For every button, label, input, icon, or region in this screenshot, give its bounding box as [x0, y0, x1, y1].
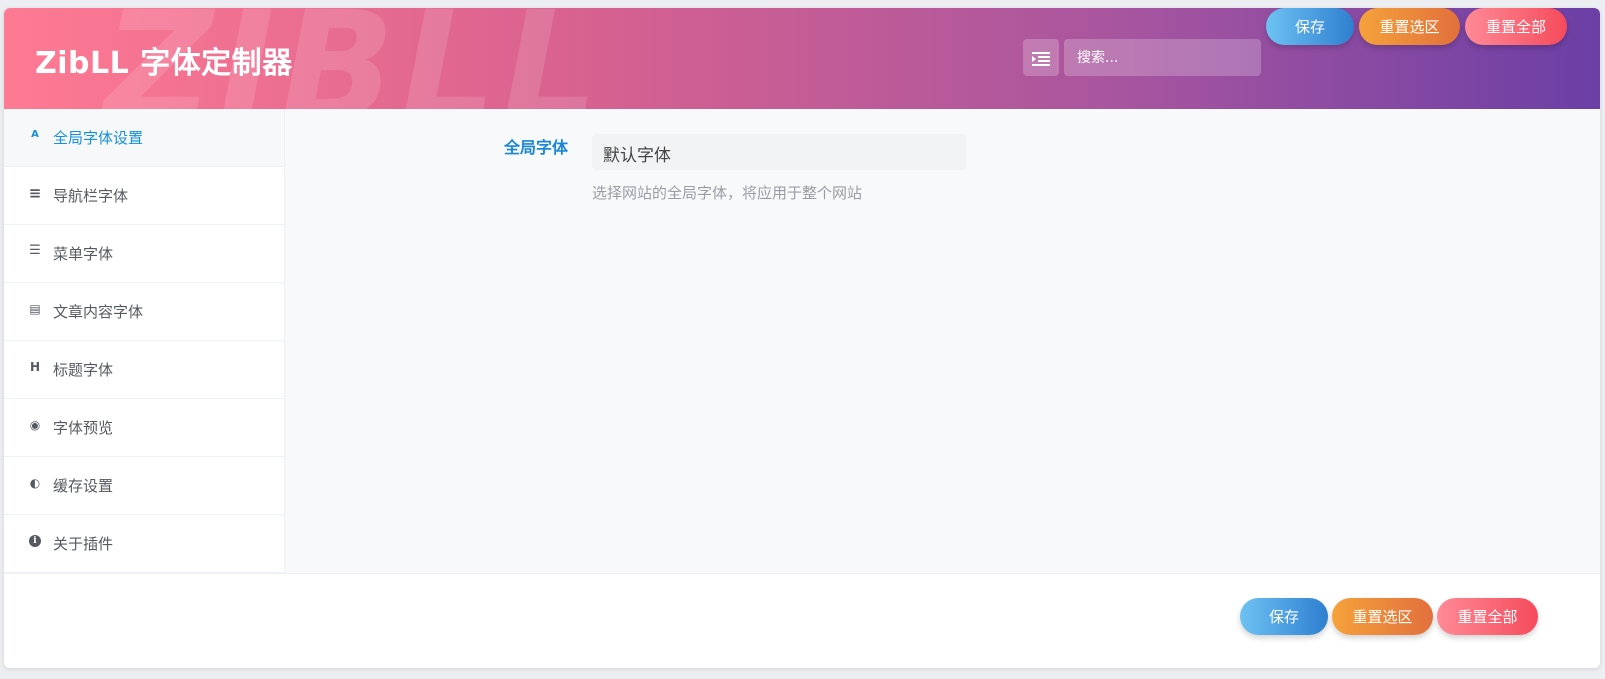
sidebar-item-label: 文章内容字体: [53, 303, 144, 321]
document-icon: ▤: [29, 301, 41, 316]
info-icon-glyph: i: [29, 534, 41, 547]
global-font-select[interactable]: 默认字体: [592, 134, 966, 170]
sidebar-item-cache-settings[interactable]: ◐ 缓存设置: [4, 457, 284, 515]
sidebar-item-menu-font[interactable]: ☰ 菜单字体: [4, 225, 284, 283]
global-font-label: 全局字体: [504, 138, 569, 157]
sidebar-item-navbar-font[interactable]: ≡ 导航栏字体: [4, 167, 284, 225]
sidebar-item-label: 缓存设置: [53, 477, 114, 495]
eye-icon: ◉: [29, 417, 41, 432]
font-customizer-panel: ZIBLL ZibLL 字体定制器 保存 重置选区 重置全部 A 全局字体设置: [4, 8, 1600, 668]
list-indent-icon: [1032, 51, 1050, 66]
sidebar-item-label: 导航栏字体: [53, 187, 129, 205]
sidebar-item-label: 全局字体设置: [53, 129, 144, 147]
font-icon: A: [31, 129, 39, 140]
sidebar-item-about-plugin[interactable]: i 关于插件: [4, 515, 284, 573]
sidebar-item-global-font[interactable]: A 全局字体设置: [4, 109, 284, 167]
dashboard-icon: ◐: [29, 475, 41, 490]
header-reset-section-button[interactable]: 重置选区: [1359, 8, 1460, 45]
header-reset-all-button[interactable]: 重置全部: [1465, 8, 1567, 45]
page-title: ZibLL 字体定制器: [35, 46, 293, 81]
heading-icon: H: [29, 359, 41, 374]
global-font-hint: 选择网站的全局字体，将应用于整个网站: [592, 184, 863, 202]
footer-save-button[interactable]: 保存: [1240, 598, 1328, 635]
sidebar-item-article-font[interactable]: ▤ 文章内容字体: [4, 283, 284, 341]
settings-content: 全局字体 默认字体 选择网站的全局字体，将应用于整个网站: [285, 109, 1600, 573]
sidebar-item-label: 标题字体: [53, 361, 114, 379]
list-icon: ☰: [29, 243, 41, 258]
footer-reset-all-button[interactable]: 重置全部: [1437, 598, 1538, 635]
sidebar-item-label: 关于插件: [53, 535, 114, 553]
sidebar-toggle-button[interactable]: [1023, 39, 1059, 76]
footer: 保存 重置选区 重置全部: [4, 573, 1600, 668]
info-icon: i: [24, 531, 46, 551]
sidebar: A 全局字体设置 ≡ 导航栏字体 ☰ 菜单字体 ▤ 文章内容字体 H 标题字体 …: [4, 109, 285, 573]
footer-reset-section-button[interactable]: 重置选区: [1332, 598, 1433, 635]
sidebar-item-label: 字体预览: [53, 419, 114, 437]
header: ZIBLL ZibLL 字体定制器 保存 重置选区 重置全部: [4, 8, 1600, 109]
sidebar-item-label: 菜单字体: [53, 245, 114, 263]
sidebar-item-font-preview[interactable]: ◉ 字体预览: [4, 399, 284, 457]
sidebar-item-heading-font[interactable]: H 标题字体: [4, 341, 284, 399]
header-save-button[interactable]: 保存: [1266, 8, 1354, 45]
menu-icon: ≡: [28, 183, 42, 202]
search-input[interactable]: [1064, 39, 1261, 76]
